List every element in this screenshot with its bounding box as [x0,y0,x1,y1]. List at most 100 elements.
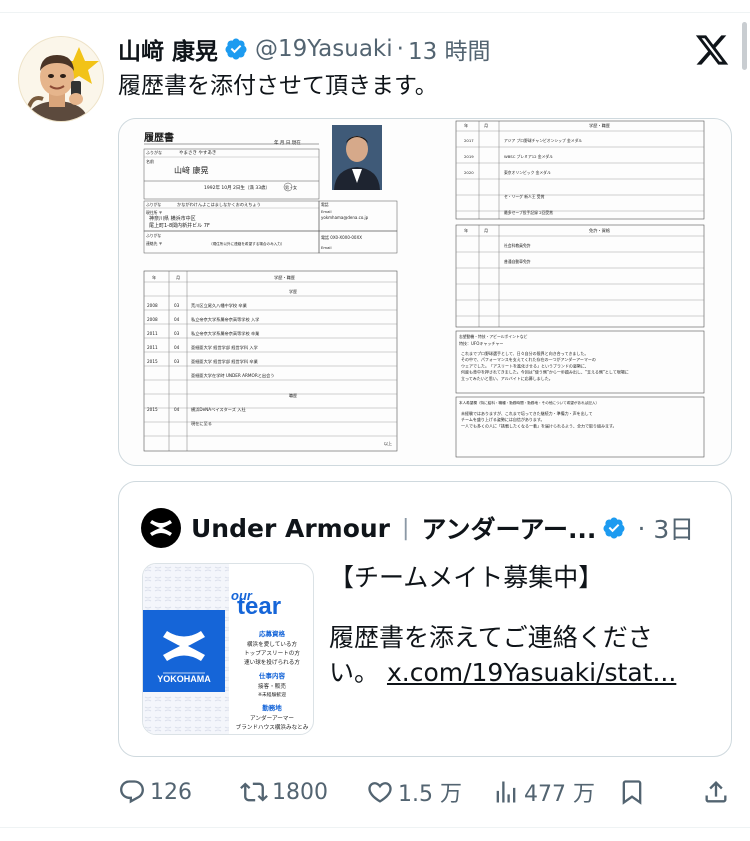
svg-text:※未経験歓迎: ※未経験歓迎 [258,691,286,698]
x-logo-icon[interactable] [694,32,730,68]
views-count: 477 万 [524,782,595,807]
svg-text:名前: 名前 [146,158,154,164]
history-month: 03 [174,331,180,336]
award-year: 2019 [464,154,474,159]
attached-resume-image[interactable]: 履歴書 年 月 日 現在 ふりがな やまさき やすあき 名前 山﨑 康晃 199… [118,118,732,466]
author-avatar[interactable] [18,36,104,122]
history-month: 04 [174,345,180,350]
quoted-post-text: 【チームメイト募集中】 履歴書を添えてご連絡ください。 x.com/19Yasu… [329,560,719,690]
bottom-divider [0,827,750,828]
quoted-name-separator: | [402,515,410,541]
svg-text:月: 月 [484,228,488,234]
svg-text:速い球を投げられる方: 速い球を投げられる方 [244,658,300,666]
quoted-recruit-image[interactable]: YOKOHAMA our tear 応募資格 横浜を愛している方 トップアスリー… [142,563,314,735]
award-text: WBSC プレミア12 金メダル [504,154,553,159]
svg-text:Email: Email [321,209,332,214]
work-text: 横浜DeNAベイスターズ 入社 [191,406,246,413]
quoted-post-time[interactable]: 3日 [653,510,694,546]
svg-text:連絡先 〒: 連絡先 〒 [146,241,163,246]
svg-text:ふりがな: ふりがな [146,202,161,207]
license-text: 普通自動車免許 [504,259,531,264]
wish-line: 未経験ではありますが、これまで培ってきた継続力・準備力・声を出して [461,410,592,416]
svg-text:接客・販売: 接客・販売 [258,682,286,690]
resume-name: 山﨑 康晃 [174,165,209,175]
bookmark-icon [622,780,642,805]
svg-text:仕事内容: 仕事内容 [258,671,286,680]
like-button[interactable]: 1.5 万 [366,772,462,812]
share-button[interactable] [702,772,734,812]
history-year: 2011 [147,345,158,350]
motivation-line: これまでプロ野球選手として、日々自分の限界と向き合ってきました。 [461,350,588,356]
svg-text:かながわけんよこはましなかくおのえちょう: かながわけんよこはましなかくおのえちょう [177,201,261,208]
svg-text:電話 0X0-X0X0-00XX: 電話 0X0-X0X0-00XX [321,234,362,240]
resume-title: 履歴書 [143,131,174,144]
quoted-separator-dot: · [637,513,646,543]
separator-dot: · [396,36,404,62]
reply-button[interactable]: 126 [118,772,192,812]
quoted-author-name[interactable]: Under Armour [191,514,390,543]
author-handle[interactable]: @19Yasuaki [255,36,393,62]
quoted-line-2: 履歴書を添えてご連絡ください。 x.com/19Yasuaki/stat... [329,620,719,690]
award-text: 東京オリンピック 金メダル [504,170,551,175]
svg-text:学歴: 学歴 [289,288,297,294]
retweet-button[interactable]: 1800 [240,772,328,812]
history-text: 亜細亜大学 経営学部 経営学科 卒業 [191,358,259,365]
retweet-count: 1800 [272,779,328,805]
verified-badge-icon [603,517,625,539]
scrollbar[interactable] [742,22,747,70]
award-year: 2020 [464,170,474,175]
motivation-line: 立ってみたいと思い、アルバイトに応募しました。 [461,375,553,381]
post-text: 履歴書を添付させて頂きます。 [118,73,438,99]
under-armour-avatar[interactable] [141,508,181,548]
award-year: 2017 [464,138,474,143]
svg-text:月: 月 [484,123,488,129]
svg-text:Email: Email [321,245,332,250]
history-text: 亜細亜大学 経営学部 経営学科 入学 [191,344,258,351]
work-year: 2015 [147,407,158,412]
svg-text:職歴: 職歴 [289,392,297,398]
svg-text:ふりがな: ふりがな [146,233,161,238]
history-month: 04 [174,317,180,322]
history-text: 亜細亜大学在学時 UNDER ARMORと出会う [191,372,274,379]
wish-line: チームを盛り上げる姿勢には自信があります。 [461,416,544,422]
history-year: 2008 [147,303,158,308]
views-icon [496,781,516,803]
views-button[interactable]: 477 万 [492,772,595,812]
quoted-post-link[interactable]: x.com/19Yasuaki/stat... [387,658,676,687]
author-name[interactable]: 山﨑 康晃 [118,32,218,66]
svg-text:1992年 10月 2日生（満 33歳）: 1992年 10月 2日生（満 33歳） [204,184,270,191]
svg-text:学歴・職歴: 学歴・職歴 [589,122,610,129]
reply-count: 126 [150,779,192,805]
wish-line: 一人でも多くの人に「挑戦したくなる一着」を届けられるよう、全力で取り組みます。 [461,422,617,428]
history-text: 私立帝京大学系属帝京高等学校 入学 [191,316,259,323]
svg-text:ふりがな: ふりがな [146,149,162,155]
history-text: 私立帝京大学系属帝京高等学校 卒業 [191,330,260,337]
svg-text:学歴・職歴: 学歴・職歴 [274,274,295,281]
svg-text:年: 年 [152,274,156,281]
motivation-line: ウェアでした。「アスリートを進化させる」というブランドの姿勢に、 [461,362,589,368]
svg-text:月: 月 [176,275,180,281]
svg-text:YOKOHAMA: YOKOHAMA [157,674,211,684]
svg-text:（現住所以外に連絡を希望する場合のみ入力）: （現住所以外に連絡を希望する場合のみ入力） [209,241,284,246]
svg-text:志望動機・特技・アピールポイントなど: 志望動機・特技・アピールポイントなど [459,334,528,339]
verified-badge-icon [225,38,247,60]
bookmark-button[interactable] [618,772,650,812]
quoted-header: Under Armour | アンダーアー... · 3日 [191,509,694,547]
svg-text:yokmhama@dena.co.jp: yokmhama@dena.co.jp [321,215,369,220]
svg-text:尾上町1-8関内新井ビル 7F: 尾上町1-8関内新井ビル 7F [149,222,210,229]
history-year: 2008 [147,317,158,322]
post-time[interactable]: 13 時間 [408,32,491,66]
history-text: 荒川区立尾久八幡中学校 卒業 [191,302,248,309]
svg-text:現住所 〒: 現住所 〒 [146,210,163,215]
quoted-author-name-ja[interactable]: アンダーアー... [421,510,596,546]
heart-icon [368,782,392,803]
quoted-post[interactable]: Under Armour | アンダーアー... · 3日 YOKOHAMA o… [118,481,732,757]
share-icon [705,781,727,803]
like-count: 1.5 万 [398,782,462,807]
award-text: 最多セーブ投手記録 2回受賞 [504,210,553,215]
svg-text:男・女: 男・女 [285,184,297,190]
svg-text:やまさき やすあき: やまさき やすあき [179,149,216,156]
award-text: アジア プロ野球チャンピオンシップ 金メダル [504,138,582,143]
history-year: 2011 [147,331,158,336]
svg-text:tear: tear [237,593,281,620]
